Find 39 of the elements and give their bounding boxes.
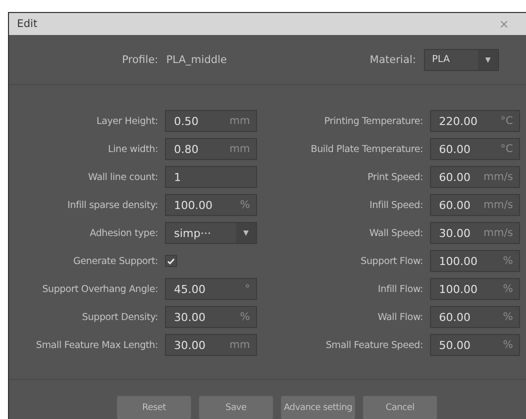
field-label: Adhesion type: (88, 228, 158, 238)
field-label: Layer Height: (95, 116, 158, 126)
field-label: Build Plate Temperature: (310, 144, 423, 154)
field-label: Infill Flow: (376, 284, 423, 294)
input-field[interactable]: 100.00 % (430, 250, 520, 272)
input-field[interactable]: 0.50 mm (165, 110, 257, 132)
field-label: Infill sparse density: (66, 200, 158, 210)
field-label: Wall Speed: (368, 228, 423, 238)
field-label: Support Overhang Angle: (41, 284, 158, 294)
input-field[interactable]: 30.00 mm (165, 334, 257, 356)
window-title: Edit (17, 18, 38, 30)
checkbox[interactable] (165, 255, 177, 267)
field-label: Infill Speed: (368, 200, 423, 210)
input-field[interactable]: 60.00 °C (430, 138, 520, 160)
field-label: Generate Support: (72, 256, 158, 266)
input-field[interactable]: 220.00 °C (430, 110, 520, 132)
input-field[interactable]: 60.00 % (430, 306, 520, 328)
input-field[interactable]: 60.00 mm/s (430, 194, 520, 216)
field-label: Print Speed: (366, 172, 423, 182)
input-field[interactable]: 1 (165, 166, 257, 188)
input-field[interactable]: 30.00 % (165, 306, 257, 328)
input-field[interactable]: 50.00 % (430, 334, 520, 356)
field-label: Support Flow: (360, 256, 423, 266)
field-label: Wall Flow: (376, 312, 423, 322)
field-label: Line width: (106, 144, 158, 154)
input-field[interactable]: 100.00 % (430, 278, 520, 300)
field-label: Small Feature Max Length: (35, 340, 158, 350)
field-label: Wall line count: (87, 172, 158, 182)
input-field[interactable]: 100.00 % (165, 194, 257, 216)
field-label: Printing Temperature: (323, 116, 423, 126)
input-field[interactable]: 0.80 mm (165, 138, 257, 160)
field-label: Small Feature Speed: (324, 340, 423, 350)
material-label: Material: (370, 54, 416, 66)
input-field[interactable]: 45.00 ° (165, 278, 257, 300)
profile-name: PLA_middle (166, 54, 227, 66)
input-field[interactable]: 60.00 mm/s (430, 166, 520, 188)
profile-label: Profile: (122, 54, 158, 66)
field-label: Support Density: (80, 312, 158, 322)
input-field[interactable]: 30.00 mm/s (430, 222, 520, 244)
